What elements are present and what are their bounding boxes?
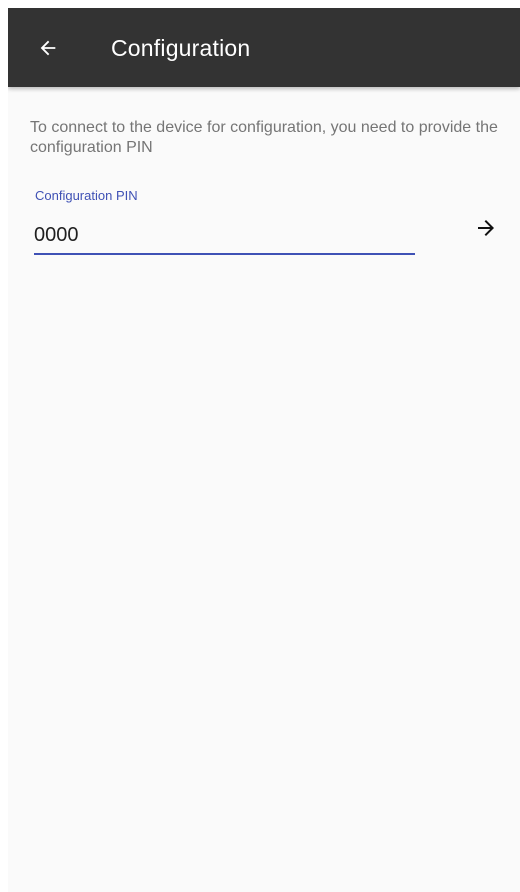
pin-field-label: Configuration PIN <box>35 188 138 203</box>
app-screen: Configuration To connect to the device f… <box>8 8 520 892</box>
configuration-pin-input[interactable] <box>34 216 415 254</box>
device-frame: Configuration To connect to the device f… <box>0 0 520 892</box>
back-button[interactable] <box>30 30 66 66</box>
pin-field-underline <box>34 253 415 255</box>
page-title: Configuration <box>111 35 251 61</box>
app-bar: Configuration <box>8 8 520 87</box>
submit-pin-button[interactable] <box>468 210 504 246</box>
instruction-text: To connect to the device for configurati… <box>30 119 498 156</box>
arrow-left-icon <box>37 37 59 59</box>
arrow-right-icon <box>474 216 498 240</box>
